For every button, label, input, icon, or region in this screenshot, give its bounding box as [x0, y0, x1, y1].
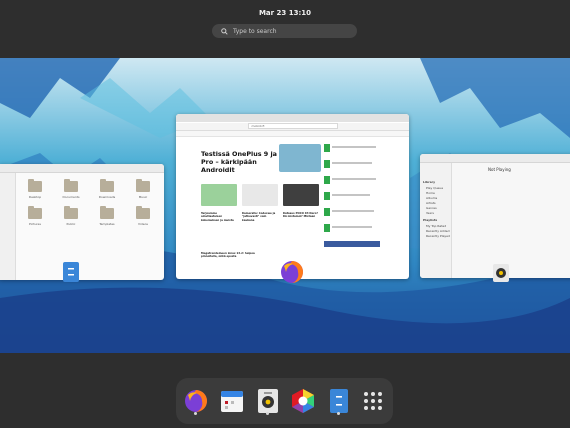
firefox-icon	[185, 390, 207, 412]
now-playing-label: Not Playing	[488, 167, 511, 172]
url-bar[interactable]: mobiili.fi	[247, 123, 338, 129]
news-line[interactable]	[332, 210, 374, 212]
rhythmbox-icon	[258, 389, 278, 413]
playlist-item[interactable]: Recently Played	[426, 234, 450, 238]
dash	[176, 378, 393, 424]
folder-icon[interactable]	[100, 179, 114, 192]
firefox-app-icon	[280, 260, 304, 284]
folder-label: Desktop	[28, 195, 42, 199]
search-input[interactable]	[233, 27, 348, 35]
running-indicator	[337, 412, 340, 415]
news-line[interactable]	[332, 226, 372, 228]
calendar-icon	[221, 391, 243, 412]
dash-calendar-button[interactable]	[218, 387, 246, 415]
dash-software-button[interactable]	[289, 387, 317, 415]
article-title[interactable]: Katsaus POCO X3 Nero? Kä mistamoi? Mista…	[283, 212, 319, 219]
news-badge	[324, 208, 330, 216]
article-thumbnail[interactable]	[201, 184, 237, 206]
folder-label: Public	[66, 222, 76, 226]
activities-overview: Mar 23 13:10 Type to search Desktop Docu…	[0, 0, 570, 428]
news-badge	[324, 160, 330, 168]
library-item[interactable]: Play Queue	[426, 186, 443, 190]
more-news-button[interactable]	[324, 241, 380, 247]
rhythmbox-window[interactable]: Not Playing Library Play Queue Home Albu…	[420, 154, 570, 278]
folder-icon[interactable]	[28, 206, 42, 219]
files-icon	[330, 389, 348, 413]
app-grid-icon	[364, 392, 382, 410]
article-title[interactable]: Tarjoamme ainutlaatuisen kokemuksen ja m…	[201, 212, 237, 222]
folder-label: Templates	[99, 222, 115, 226]
browser-tabbar[interactable]	[176, 114, 409, 122]
library-heading: Library	[423, 180, 436, 184]
folder-icon[interactable]	[28, 179, 42, 192]
article-thumbnail[interactable]	[283, 184, 319, 206]
rhythmbox-app-icon	[492, 263, 510, 283]
top-bar: Mar 23 13:10	[0, 0, 570, 17]
show-applications-button[interactable]	[359, 387, 387, 415]
article-title[interactable]: Megatrendeineen Linux 13.2: helpoa pinno…	[201, 252, 271, 259]
playlists-heading: Playlists	[423, 218, 438, 222]
library-item[interactable]: Artists	[426, 201, 436, 205]
files-window[interactable]: Desktop Documents Downloads Music Pictur…	[0, 164, 164, 280]
news-badge	[324, 176, 330, 184]
library-item[interactable]: Home	[426, 191, 435, 195]
files-app-icon	[62, 261, 80, 283]
music-titlebar[interactable]	[420, 154, 570, 163]
software-icon	[292, 389, 314, 413]
article-thumbnail[interactable]	[242, 184, 278, 206]
library-item[interactable]: Albums	[426, 196, 437, 200]
bookmarks-bar[interactable]	[176, 131, 409, 137]
dash-firefox-button[interactable]	[182, 387, 210, 415]
library-item[interactable]: Years	[426, 211, 434, 215]
playlist-item[interactable]: My Top Rated	[426, 224, 446, 228]
news-line[interactable]	[332, 162, 372, 164]
firefox-window[interactable]: mobiili.fi Testissä OnePlus 9 ja 9 Pro –…	[176, 114, 409, 279]
playlist-item[interactable]: Recently Added	[426, 229, 450, 233]
library-item[interactable]: Genres	[426, 206, 437, 210]
search-icon	[221, 27, 228, 35]
folder-icon[interactable]	[136, 206, 150, 219]
running-indicator	[194, 412, 197, 415]
article-headline[interactable]: Testissä OnePlus 9 ja 9 Pro – kärkipään …	[201, 150, 287, 174]
news-badge	[324, 192, 330, 200]
files-titlebar[interactable]	[0, 164, 164, 173]
dash-files-button[interactable]	[325, 387, 353, 415]
news-line[interactable]	[332, 178, 376, 180]
folder-label: Pictures	[29, 222, 41, 226]
news-badge	[324, 224, 330, 232]
news-line[interactable]	[332, 146, 376, 148]
folder-label: Documents	[62, 195, 80, 199]
news-badge	[324, 144, 330, 152]
search-field[interactable]	[212, 24, 357, 38]
running-indicator	[266, 412, 269, 415]
news-line[interactable]	[332, 194, 370, 196]
article-image[interactable]	[279, 144, 321, 172]
dash-rhythmbox-button[interactable]	[254, 387, 282, 415]
clock[interactable]: Mar 23 13:10	[259, 9, 311, 17]
files-sidebar	[0, 173, 16, 280]
folder-icon[interactable]	[64, 179, 78, 192]
folder-label: Downloads	[98, 195, 116, 199]
folder-icon[interactable]	[100, 206, 114, 219]
browser-toolbar[interactable]: mobiili.fi	[176, 123, 409, 131]
news-rail	[324, 138, 380, 238]
folder-icon[interactable]	[64, 206, 78, 219]
workspace-thumbnail[interactable]: Desktop Documents Downloads Music Pictur…	[0, 58, 570, 353]
folder-label: Music	[138, 195, 148, 199]
folder-icon[interactable]	[136, 179, 150, 192]
article-title[interactable]: Kameralla: Codeswe ja "jatkuvasti" vain …	[242, 212, 278, 222]
folder-label: Videos	[138, 222, 148, 226]
